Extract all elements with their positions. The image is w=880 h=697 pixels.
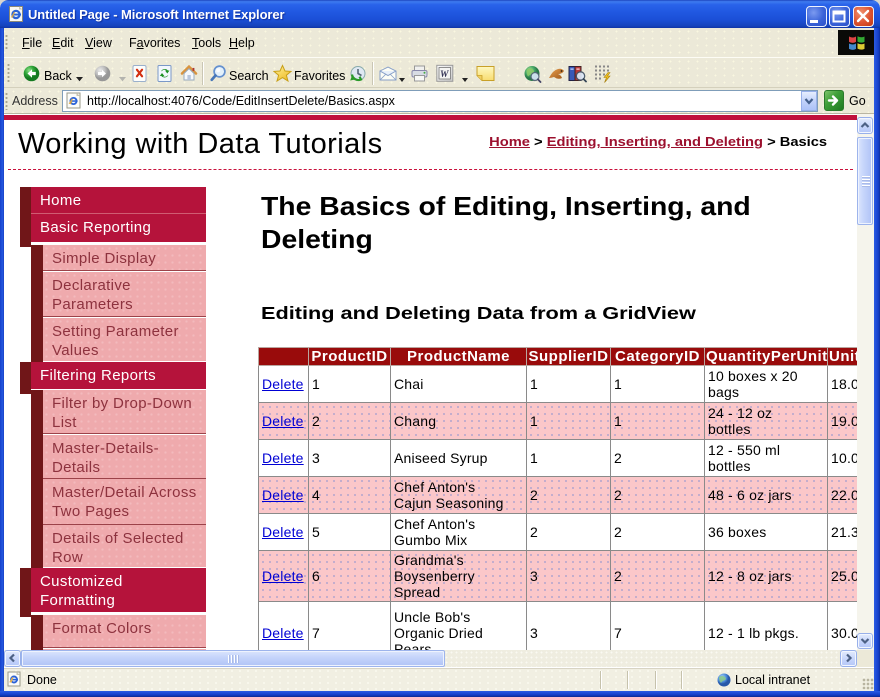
svg-text:W: W [440,70,449,80]
